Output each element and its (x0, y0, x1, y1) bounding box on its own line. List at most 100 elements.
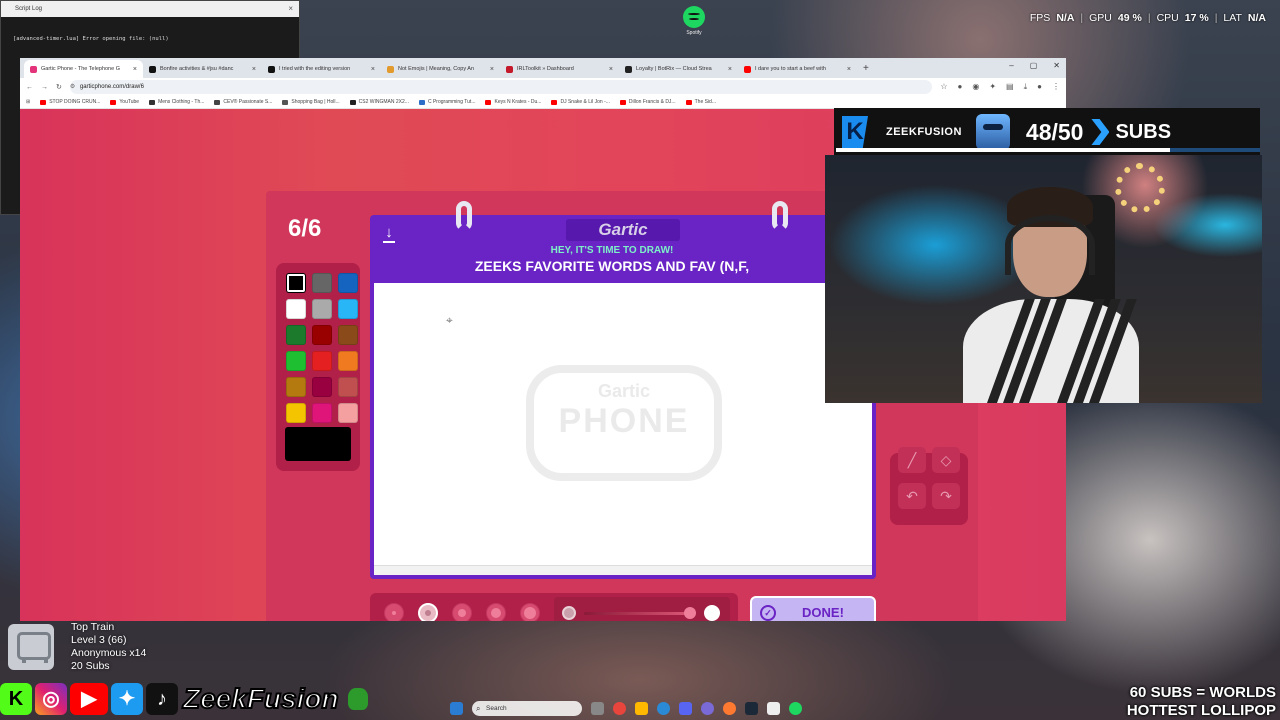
profile-avatar[interactable]: ● (1037, 82, 1042, 92)
brush-size-option[interactable] (520, 603, 540, 621)
bookmark-item[interactable]: Mens Clothing - Th... (149, 99, 204, 105)
download-icon[interactable]: ⤓ (1024, 82, 1028, 92)
redo-icon[interactable]: ↷ (932, 483, 960, 509)
firefox-icon[interactable] (723, 701, 736, 715)
menu-icon[interactable]: ⋮ (1052, 82, 1060, 92)
browser-tab[interactable]: I dare you to start a beef with × (738, 60, 857, 78)
color-swatch[interactable] (338, 299, 358, 319)
tool-panel: ╱ ◇ ↶ ↷ (890, 447, 968, 525)
bookmark-item[interactable]: The Sid... (685, 99, 716, 105)
spotify-icon[interactable] (789, 701, 802, 715)
bookmark-item[interactable]: STOP DOING CRUN... (40, 99, 100, 105)
windows-start-icon[interactable] (450, 701, 463, 715)
color-swatch[interactable] (286, 325, 306, 345)
new-tab-button[interactable]: + (857, 60, 875, 78)
tab-close-icon[interactable]: × (490, 66, 494, 73)
opacity-slider[interactable] (554, 597, 730, 621)
forward-icon[interactable]: → (41, 84, 48, 91)
script-log-titlebar[interactable]: Script Log × (1, 1, 299, 17)
color-swatch[interactable] (312, 403, 332, 423)
bookmark-item[interactable]: CEV® Passionate S... (214, 99, 272, 105)
headset-icon (1005, 215, 1095, 275)
brush-size-option[interactable] (384, 603, 404, 621)
color-swatch[interactable] (338, 377, 358, 397)
apps-grid-icon[interactable]: ⊞ (26, 99, 30, 105)
tab-close-icon[interactable]: × (609, 66, 613, 73)
eraser-tool-icon[interactable]: ◇ (932, 447, 960, 473)
bookmark-label: Dillon Francis & DJ... (628, 99, 676, 105)
color-swatch[interactable] (312, 299, 332, 319)
bookmark-label: CS2 WINGMAN 2X2... (358, 99, 409, 105)
browser-tab[interactable]: Bonfire activities & #jsu #danc × (143, 60, 262, 78)
back-icon[interactable]: ← (26, 84, 33, 91)
color-swatch[interactable] (338, 351, 358, 371)
bookmark-star-icon[interactable]: ☆ (940, 82, 947, 92)
tab-close-icon[interactable]: × (133, 66, 137, 73)
bookmark-label: DJ Snake & Lil Jon -... (560, 99, 610, 105)
spotify-desktop-icon[interactable]: Spotify (679, 6, 709, 36)
color-swatch[interactable] (312, 325, 332, 345)
extension-icon[interactable]: ● (958, 82, 963, 92)
bookmark-item[interactable]: Dillon Francis & DJ... (619, 99, 676, 105)
close-window-icon[interactable]: ✕ (1053, 61, 1060, 70)
bookmark-item[interactable]: Shopping Bag | Holl... (282, 99, 340, 105)
chrome-icon[interactable] (613, 701, 626, 715)
tab-close-icon[interactable]: × (371, 66, 375, 73)
tab-close-icon[interactable]: × (847, 66, 851, 73)
color-swatch[interactable] (338, 325, 358, 345)
minimize-icon[interactable]: – (1009, 61, 1013, 70)
color-swatch[interactable] (286, 273, 306, 293)
browser-tab[interactable]: I tried with the editing version × (262, 60, 381, 78)
file-explorer-icon[interactable] (635, 701, 648, 715)
brush-size-option[interactable] (452, 603, 472, 621)
taskbar-search[interactable]: Search (472, 700, 582, 716)
brush-size-option[interactable] (486, 603, 506, 621)
puzzle-icon[interactable]: ✦ (989, 82, 996, 92)
discord-icon[interactable] (679, 701, 692, 715)
slider-track[interactable] (584, 612, 696, 615)
browser-tab[interactable]: Loyalty | BotRix — Cloud Strea × (619, 60, 738, 78)
extension-icon[interactable]: ◉ (972, 82, 979, 92)
sidepanel-icon[interactable]: ▤ (1006, 82, 1014, 92)
color-swatch[interactable] (286, 403, 306, 423)
browser-tab[interactable]: IRLToolkit » Dashboard × (500, 60, 619, 78)
slider-thumb[interactable] (684, 607, 696, 619)
brush-size-option[interactable] (418, 603, 438, 621)
bookmark-item[interactable]: C Programming Tut... (418, 99, 475, 105)
bookmark-item[interactable]: DJ Snake & Lil Jon -... (551, 99, 610, 105)
drawing-canvas[interactable]: Gartic PHONE ⌖ (370, 283, 876, 579)
bookmark-item[interactable]: CS2 WINGMAN 2X2... (349, 99, 409, 105)
edge-icon[interactable] (657, 701, 670, 715)
reload-icon[interactable]: ↻ (56, 83, 62, 91)
url-bar[interactable]: ⚙ garticphone.com/draw/6 (69, 80, 933, 94)
close-icon[interactable]: × (288, 1, 293, 17)
color-swatch[interactable] (338, 403, 358, 423)
color-swatch[interactable] (338, 273, 358, 293)
color-swatch[interactable] (312, 351, 332, 371)
obs-icon[interactable] (701, 701, 714, 715)
tab-close-icon[interactable]: × (728, 66, 732, 73)
sub-goal-name: ZEEKFUSION (886, 126, 962, 138)
done-button[interactable]: ✓ DONE! (750, 596, 876, 621)
sub-goal-count: 48/50 (1025, 118, 1084, 145)
pencil-tool-icon[interactable]: ╱ (898, 447, 926, 473)
color-swatch[interactable] (312, 377, 332, 397)
browser-tab[interactable]: Not Emojis | Meaning, Copy An × (381, 60, 500, 78)
task-view-icon[interactable] (591, 701, 604, 715)
maximize-icon[interactable]: ▢ (1030, 61, 1038, 70)
bookmark-item[interactable]: Keys N Krates - Du... (485, 99, 541, 105)
download-icon[interactable]: ↓ (380, 225, 398, 243)
browser-tab[interactable]: Gartic Phone - The Telephone G × (24, 60, 143, 78)
bookmark-favicon-icon (149, 99, 156, 105)
spotify-icon (683, 6, 705, 28)
color-swatch[interactable] (286, 351, 306, 371)
site-info-icon[interactable]: ⚙ (70, 80, 75, 94)
bookmark-item[interactable]: YouTube (110, 99, 139, 105)
undo-icon[interactable]: ↶ (898, 483, 926, 509)
color-swatch[interactable] (286, 299, 306, 319)
notepad-icon[interactable] (767, 701, 780, 715)
color-swatch[interactable] (312, 273, 332, 293)
steam-icon[interactable] (745, 701, 758, 715)
color-swatch[interactable] (286, 377, 306, 397)
tab-close-icon[interactable]: × (252, 66, 256, 73)
